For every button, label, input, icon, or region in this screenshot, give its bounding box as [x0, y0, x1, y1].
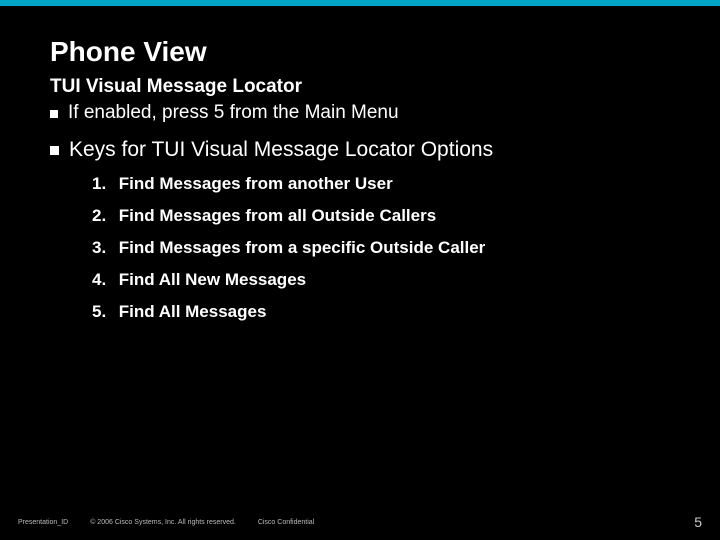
square-bullet-icon — [50, 146, 59, 155]
presentation-id: Presentation_ID — [18, 519, 68, 526]
bullet-line-2: Keys for TUI Visual Message Locator Opti… — [50, 138, 670, 162]
item-text: Find Messages from another User — [119, 174, 393, 193]
item-text: Find Messages from all Outside Callers — [119, 206, 436, 225]
slide-footer: Presentation_ID © 2006 Cisco Systems, In… — [0, 514, 720, 530]
numbered-list: 1. Find Messages from another User 2. Fi… — [92, 174, 670, 322]
item-text: Find All New Messages — [119, 270, 306, 289]
bullet-line-1: If enabled, press 5 from the Main Menu — [50, 102, 670, 124]
bullet-text: If enabled, press 5 from the Main Menu — [68, 102, 399, 124]
slide-content: Phone View TUI Visual Message Locator If… — [0, 6, 720, 322]
list-item: 3. Find Messages from a specific Outside… — [92, 238, 670, 258]
copyright-text: © 2006 Cisco Systems, Inc. All rights re… — [90, 519, 236, 526]
item-number: 5. — [92, 302, 114, 322]
list-item: 2. Find Messages from all Outside Caller… — [92, 206, 670, 226]
item-text: Find Messages from a specific Outside Ca… — [119, 238, 486, 257]
slide-subtitle: TUI Visual Message Locator — [50, 76, 670, 98]
item-text: Find All Messages — [119, 302, 267, 321]
list-item: 4. Find All New Messages — [92, 270, 670, 290]
confidential-text: Cisco Confidential — [258, 519, 694, 526]
list-item: 5. Find All Messages — [92, 302, 670, 322]
square-bullet-icon — [50, 110, 58, 118]
page-number: 5 — [694, 514, 702, 530]
item-number: 3. — [92, 238, 114, 258]
slide-title: Phone View — [50, 36, 670, 68]
bullet-text: Keys for TUI Visual Message Locator Opti… — [69, 138, 493, 162]
item-number: 2. — [92, 206, 114, 226]
list-item: 1. Find Messages from another User — [92, 174, 670, 194]
item-number: 4. — [92, 270, 114, 290]
item-number: 1. — [92, 174, 114, 194]
